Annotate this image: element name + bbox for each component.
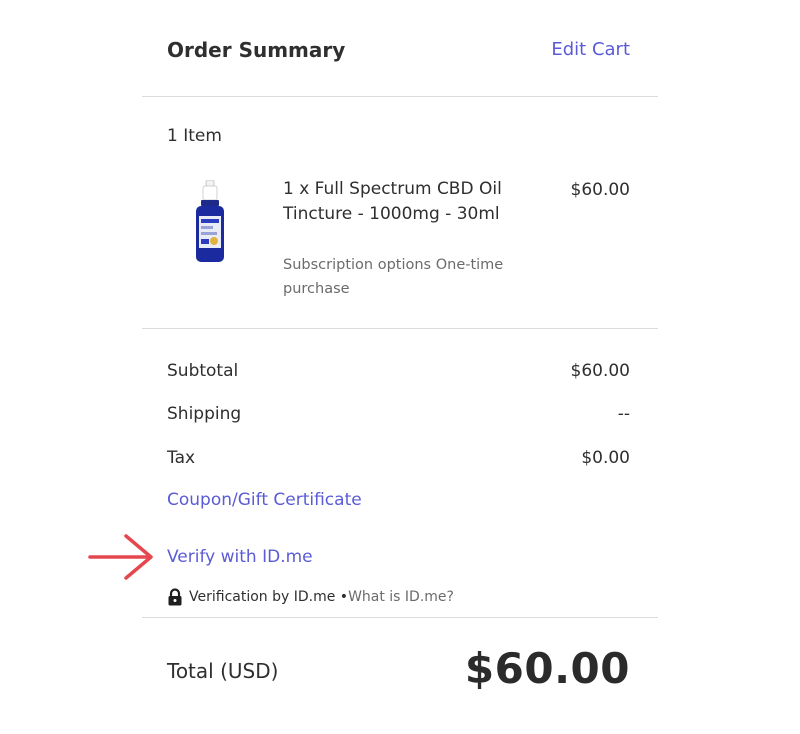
- tax-value: $0.00: [581, 448, 630, 468]
- product-options: Subscription options One-time purchase: [283, 257, 504, 297]
- verification-by-text: Verification by ID.me •: [189, 589, 349, 605]
- edit-cart-link[interactable]: Edit Cart: [551, 39, 630, 60]
- verify-with-idme-link[interactable]: Verify with ID.me: [167, 547, 313, 567]
- order-summary-header: Order Summary Edit Cart: [167, 38, 630, 68]
- subtotal-label: Subtotal: [167, 361, 239, 381]
- order-summary-panel: Order Summary Edit Cart 1 Item 1 x Full …: [142, 0, 658, 734]
- divider: [142, 328, 658, 329]
- item-count: 1 Item: [167, 126, 222, 146]
- tax-row: Tax $0.00: [167, 448, 630, 472]
- total-label: Total (USD): [167, 659, 279, 683]
- shipping-value: --: [617, 404, 630, 424]
- lock-icon: [168, 588, 182, 606]
- subtotal-value: $60.00: [570, 361, 630, 381]
- product-image: [196, 180, 224, 262]
- order-summary-title: Order Summary: [167, 38, 346, 62]
- tax-label: Tax: [167, 448, 196, 468]
- subtotal-row: Subtotal $60.00: [167, 361, 630, 385]
- total-value: $60.00: [464, 644, 630, 693]
- product-price: $60.00: [570, 180, 630, 200]
- divider: [142, 96, 658, 97]
- verification-note: Verification by ID.me • What is ID.me?: [167, 588, 454, 606]
- coupon-gift-certificate-link[interactable]: Coupon/Gift Certificate: [167, 490, 362, 510]
- product-name: 1 x Full Spectrum CBD Oil Tincture - 100…: [283, 179, 502, 224]
- right-arrow-icon: [88, 534, 153, 580]
- divider: [142, 617, 658, 618]
- shipping-label: Shipping: [167, 404, 242, 424]
- what-is-idme-link[interactable]: What is ID.me?: [348, 589, 454, 605]
- shipping-row: Shipping --: [167, 404, 630, 428]
